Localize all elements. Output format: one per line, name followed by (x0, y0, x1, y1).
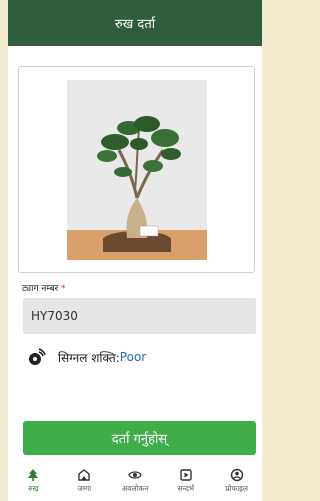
signal-strength-value: Poor (119, 350, 147, 364)
app-header: रुख दर्ता (8, 0, 262, 46)
signal-strength-row: सिग्नल शक्ति: Poor (26, 347, 146, 367)
tag-number-value: HY7030 (31, 309, 78, 323)
nav-item-label: रुख (28, 484, 39, 493)
nav-item-label: अवलोकन (121, 484, 149, 493)
required-asterisk: * (61, 284, 66, 294)
reference-icon (180, 469, 192, 481)
register-button-label: दर्ता गर्नुहोस् (111, 432, 168, 447)
bonsai-image (66, 79, 207, 260)
nav-item-reference[interactable]: सन्दर्भ (162, 468, 210, 494)
tag-number-label: ट्याग नम्बर * (22, 281, 66, 294)
eye-icon (128, 471, 142, 479)
nav-item-observation[interactable]: अवलोकन (111, 468, 159, 494)
bottom-navigation: रुख जग्गा अवलोकन सन्दर्भ प्रोफाइल (8, 468, 262, 501)
nav-item-profile[interactable]: प्रोफाइल (213, 468, 261, 494)
tree-photo-card[interactable] (18, 66, 255, 273)
tag-number-input[interactable]: HY7030 (23, 298, 256, 334)
page-title: रुख दर्ता (114, 17, 156, 32)
nav-item-label: जग्गा (77, 484, 92, 493)
nav-item-label: सन्दर्भ (177, 484, 195, 493)
land-icon (78, 469, 90, 481)
profile-icon (230, 468, 243, 482)
tree-photo (66, 79, 207, 260)
signal-icon (29, 348, 46, 365)
signal-strength-label: सिग्नल शक्ति: (58, 350, 120, 365)
tag-number-label-text: ट्याग नम्बर (22, 284, 59, 294)
nav-item-label: प्रोफाइल (225, 484, 248, 493)
register-button[interactable]: दर्ता गर्नुहोस् (23, 421, 256, 455)
app-screen: रुख दर्ता ट्याग नम्बर * HY7030 सिग्नल शक… (8, 0, 262, 501)
tree-icon (28, 469, 39, 481)
nav-item-land[interactable]: जग्गा (60, 468, 108, 494)
nav-item-tree[interactable]: रुख (9, 468, 57, 494)
